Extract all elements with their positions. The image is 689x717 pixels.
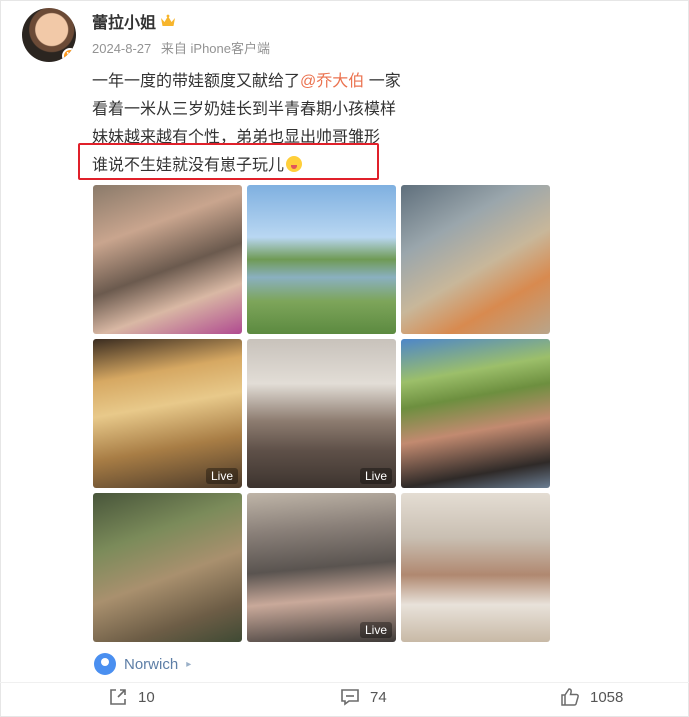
post-meta: 2024-8-27 来自 iPhone客户端 [92,38,270,57]
author-name-row[interactable]: 蕾拉小姐 [92,9,176,33]
crown-icon [161,14,176,26]
text-segment: 一家 [364,73,401,90]
text-line-1: 一年一度的带娃额度又献给了@乔大伯 一家 [92,68,401,96]
author-name[interactable]: 蕾拉小姐 [92,9,156,33]
text-segment: 一年一度的带娃额度又献给了 [92,73,301,90]
divider [0,682,689,683]
mention-link[interactable]: @乔大伯 [300,73,364,90]
photo-2[interactable] [247,185,396,334]
share-icon [110,689,126,705]
avatar[interactable]: V [22,8,76,62]
live-badge: Live [359,622,392,638]
post-source: 来自 iPhone客户端 [160,41,270,56]
verified-v-icon: V [62,48,76,62]
post-date[interactable]: 2024-8-27 [92,41,151,56]
location-pin-icon [94,653,116,675]
photo-3[interactable] [401,185,550,334]
like-button[interactable]: 1058 [560,687,623,707]
chevron-right-icon: ▸ [186,658,192,670]
comment-count: 74 [370,688,387,706]
highlight-annotation-box [78,143,379,180]
comment-button[interactable]: 74 [340,687,387,707]
photo-7[interactable] [93,493,242,642]
photo-5[interactable]: Live [247,339,396,488]
photo-9[interactable] [401,493,550,642]
like-count: 1058 [590,688,624,706]
photo-8[interactable]: Live [247,493,396,642]
location-tag[interactable]: Norwich ▸ [94,653,191,675]
comment-icon [341,689,359,706]
photo-1[interactable] [93,185,242,334]
live-badge: Live [205,468,238,484]
share-button[interactable]: 10 [108,687,155,707]
live-badge: Live [359,468,392,484]
photo-4[interactable]: Live [93,339,242,488]
share-count: 10 [138,688,155,706]
photo-6[interactable] [401,339,550,488]
like-icon [561,688,579,706]
text-line-2: 看着一米从三岁奶娃长到半青春期小孩模样 [92,101,397,118]
location-name[interactable]: Norwich [124,656,178,673]
